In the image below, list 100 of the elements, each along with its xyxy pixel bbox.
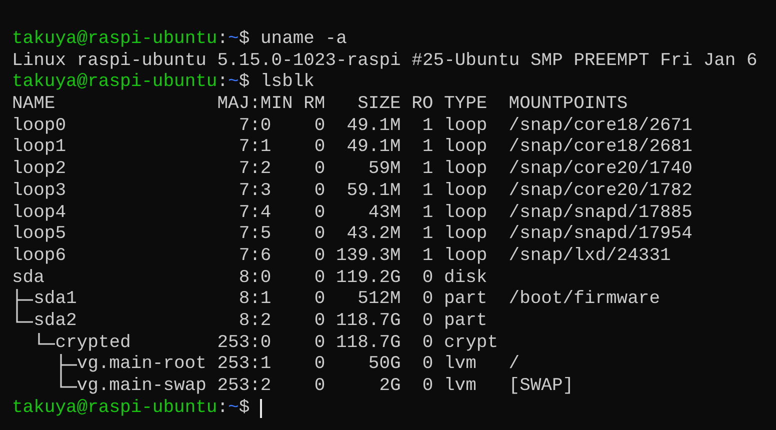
command-text: lsblk [260, 72, 314, 94]
table-cell-text: 0 [313, 268, 326, 290]
table-cell: /snap/snapd/17954 [508, 224, 692, 246]
table-cell-text: part [444, 310, 488, 333]
table-cell-text: lvm [444, 354, 478, 376]
table-cell-text: 7:4 [238, 202, 272, 224]
table-cell-text: 0 [313, 246, 326, 268]
column-header: RO [412, 94, 434, 116]
table-cell-text: disk [444, 268, 488, 290]
table-cell-text: 8:1 [238, 289, 272, 311]
table-cell-text: loop [444, 116, 488, 138]
table-cell-text: 7:2 [238, 159, 272, 181]
table-cell: 253:0 [217, 332, 272, 354]
table-cell: /snap/core20/1782 [508, 180, 692, 202]
table-cell: vg.main-swap [76, 376, 206, 398]
table-cell-text: 43.2M [346, 224, 401, 246]
table-cell-text: 0 [313, 224, 326, 246]
table-cell-text: 7:0 [238, 116, 272, 138]
shell-prompt: takuya@raspi-ubuntu:~$ [12, 29, 250, 51]
table-cell-text: loop0 [12, 116, 68, 138]
table-cell-text: 1 [421, 180, 434, 202]
table-cell-text: 512M [356, 289, 401, 311]
table-cell-text: 8:0 [238, 268, 272, 290]
table-cell-text: 0 [313, 137, 326, 160]
shell-prompt: takuya@raspi-ubuntu:~$ [12, 72, 250, 94]
table-cell-text: 59M [367, 159, 401, 181]
table-cell-text: 0 [421, 310, 434, 333]
table-cell-text: loop [444, 137, 488, 160]
table-cell: 253:2 [217, 376, 272, 398]
table-cell-text: 49.1M [346, 116, 401, 138]
table-cell-text: 7:1 [238, 137, 272, 160]
table-cell: / [508, 354, 520, 376]
table-cell-text: 59.1M [346, 180, 401, 202]
table-cell-text: 0 [421, 289, 434, 311]
table-cell: 118.7G [336, 332, 401, 354]
table-cell-text: loop3 [12, 180, 68, 202]
table-cell-text: loop [444, 202, 488, 224]
table-cell-text: loop5 [12, 224, 68, 246]
table-cell-text: 0 [313, 159, 326, 181]
table-cell-text: 0 [313, 354, 326, 376]
table-cell-text: 50G [367, 354, 401, 376]
table-cell: crypt [444, 332, 498, 354]
table-cell-text: 2G [378, 376, 401, 398]
table-cell: 139.3M [336, 246, 401, 268]
output-text: Linux raspi-ubuntu 5.15.0-1023-raspi #25-Ubuntu SMP PREEMPT Fri Jan 6 [12, 50, 758, 72]
table-cell: /snap/snapd/17885 [508, 202, 692, 224]
table-cell-text: loop4 [12, 202, 68, 224]
table-cell-text: 0 [313, 289, 326, 311]
column-header: RM [304, 94, 326, 116]
table-cell-text: loop6 [12, 246, 68, 268]
table-cell-text: 1 [421, 224, 434, 246]
table-cell-text: 7:6 [238, 246, 272, 268]
table-cell-text: 43M [367, 202, 401, 224]
shell-prompt: takuya@raspi-ubuntu:~$ [12, 398, 250, 420]
table-cell-text: part [444, 289, 488, 311]
table-cell-text: 0 [313, 116, 326, 138]
table-cell-text: 1 [421, 116, 434, 138]
table-cell-text: 0 [313, 376, 326, 398]
column-header: SIZE [356, 94, 401, 116]
table-cell-text: 0 [421, 332, 434, 354]
table-cell: /boot/firmware [508, 289, 660, 311]
table-cell-text: loop1 [12, 137, 68, 160]
table-cell-text: 0 [421, 354, 434, 376]
table-cell-text: 1 [421, 159, 434, 181]
table-cell-text: loop [444, 246, 488, 268]
table-cell: vg.main-root [76, 354, 206, 376]
table-cell-text: 7:3 [238, 180, 272, 202]
table-cell-text: 0 [421, 376, 434, 398]
table-cell-text: 0 [421, 268, 434, 290]
table-cell: /snap/core18/2681 [508, 137, 692, 160]
table-cell-text: sda [12, 268, 46, 290]
table-cell: 119.2G [336, 268, 401, 290]
table-cell: /snap/core18/2671 [508, 116, 692, 138]
table-cell: [SWAP] [508, 376, 574, 398]
table-cell-text: 0 [313, 180, 326, 202]
table-cell: sda2 [34, 310, 77, 333]
table-cell-text: 0 [313, 310, 326, 333]
table-cell-text: lvm [444, 376, 478, 398]
table-cell-text: 1 [421, 246, 434, 268]
table-cell-text: 0 [313, 332, 326, 354]
column-header: MOUNTPOINTS [508, 94, 628, 116]
table-cell-text: 1 [421, 202, 434, 224]
table-cell-text: 7:5 [238, 224, 272, 246]
table-cell: /snap/lxd/24331 [508, 246, 671, 268]
tree-branch-icon [38, 332, 55, 345]
table-cell: sda1 [34, 289, 77, 311]
command-text: uname -a [260, 29, 347, 51]
table-cell-text: 1 [421, 137, 434, 160]
table-cell-text: loop2 [12, 159, 68, 181]
column-header: NAME [12, 94, 56, 116]
table-cell-text: 8:2 [238, 310, 272, 333]
table-cell-text: 0 [313, 202, 326, 224]
table-cell: /snap/core20/1740 [508, 159, 692, 181]
table-cell-text: 49.1M [346, 137, 401, 160]
table-cell-text: loop [444, 159, 488, 181]
table-cell-text: loop [444, 180, 488, 202]
table-cell-text: loop [444, 224, 488, 246]
table-cell: 253:1 [217, 354, 272, 376]
column-header: MAJ:MIN [217, 94, 293, 116]
table-cell: crypted [55, 332, 131, 354]
